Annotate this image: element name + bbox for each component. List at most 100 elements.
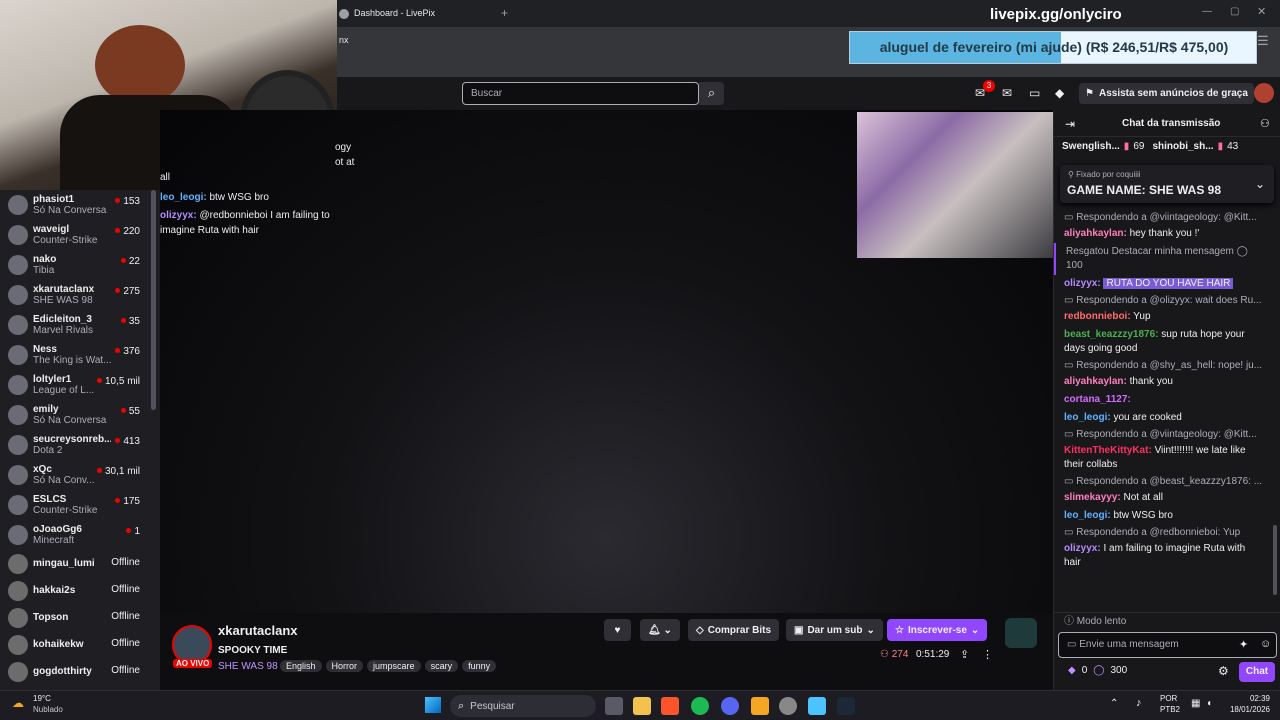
chat-username[interactable]: cortana_1127:: [1064, 394, 1131, 405]
sidebar-item-0[interactable]: phasiot1 Só Na Conversa 153: [0, 190, 160, 220]
sidebar-item-1[interactable]: waveigl Counter-Strike 220: [0, 220, 160, 250]
app-icon[interactable]: [751, 697, 769, 715]
notifications-button[interactable]: 🔔︎ ⌄: [640, 619, 680, 641]
sidebar-item-11[interactable]: oJoaoGg6 Minecraft 1: [0, 520, 160, 550]
pinned-message[interactable]: ⚲ Fixado por coquiiii GAME NAME: SHE WAS…: [1060, 165, 1274, 203]
chat-username[interactable]: redbonnieboi:: [1064, 311, 1131, 322]
sidebar-item-2[interactable]: nako Tibia 22: [0, 250, 160, 280]
channel-points[interactable]: ◆ 0 ◯ 300: [1068, 665, 1127, 676]
discord-icon[interactable]: [721, 697, 739, 715]
address-fragment[interactable]: nx: [339, 35, 349, 45]
chat-message[interactable]: olizyyx: I am failing to imagine Ruta wi…: [1054, 540, 1274, 572]
whispers-icon[interactable]: ✉: [1002, 86, 1012, 100]
chat-username[interactable]: KittenTheKittyKat:: [1064, 445, 1152, 456]
bits-cheer-icon[interactable]: ✦: [1239, 638, 1248, 651]
search-input[interactable]: Buscar: [462, 82, 699, 105]
chat-username[interactable]: leo_leogi:: [1064, 510, 1111, 521]
sidebar-item-3[interactable]: xkarutaclanx SHE WAS 98 275: [0, 280, 160, 310]
sidebar-item-5[interactable]: Ness The King is Wat... 376: [0, 340, 160, 370]
collapse-chat-icon[interactable]: ⇥: [1065, 117, 1075, 131]
minimize-icon[interactable]: —: [1202, 6, 1212, 17]
heart-icon[interactable]: ♥: [604, 619, 631, 641]
stream-tag[interactable]: Horror: [325, 660, 364, 672]
sidebar-offline-0[interactable]: mingau_lumi Offline: [0, 550, 160, 577]
chat-message[interactable]: redbonnieboi: Yup: [1054, 308, 1274, 326]
chat-reply-context[interactable]: ▭ Respondendo a @redbonnieboi: Yup: [1054, 525, 1274, 540]
chat-username[interactable]: leo_leogi:: [1064, 412, 1111, 423]
chat-username[interactable]: aliyahkaylan:: [1064, 376, 1127, 387]
chat-message[interactable]: slimekayyy: Not at all: [1054, 489, 1274, 507]
chat-message[interactable]: leo_leogi: btw WSG bro: [1054, 507, 1274, 525]
share-icon[interactable]: ⇪: [960, 648, 969, 661]
bits-icon[interactable]: ◆: [1055, 86, 1064, 100]
tray-chevron-icon[interactable]: ⌃: [1110, 698, 1118, 709]
sidebar-scrollbar[interactable]: [151, 190, 156, 410]
sidebar-item-4[interactable]: Edicleiton_3 Marvel Rivals 35: [0, 310, 160, 340]
chat-message[interactable]: leo_leogi: you are cooked: [1054, 409, 1274, 427]
close-window-icon[interactable]: ✕: [1257, 5, 1266, 18]
chat-message[interactable]: olizyyx: RUTA DO YOU HAVE HAIR: [1054, 275, 1274, 293]
spotify-icon[interactable]: [691, 697, 709, 715]
sidebar-offline-1[interactable]: hakkai2s Offline: [0, 577, 160, 604]
sidebar-offline-4[interactable]: gogdotthirty Offline: [0, 658, 160, 685]
stream-tag[interactable]: funny: [462, 660, 497, 672]
clock-time[interactable]: 02:39: [1226, 694, 1270, 703]
community-icon[interactable]: ⚇: [1260, 117, 1270, 130]
chat-message[interactable]: KittenTheKittyKat: Viint!!!!!!! we late …: [1054, 442, 1274, 474]
keyboard-lang[interactable]: POR: [1160, 694, 1177, 703]
maximize-icon[interactable]: ▢: [1230, 6, 1239, 17]
clock-date[interactable]: 18/01/2026: [1226, 705, 1270, 714]
sidebar-offline-3[interactable]: kohaikekw Offline: [0, 631, 160, 658]
gift-sub-button[interactable]: ▣ Dar um sub ⌄: [786, 619, 883, 641]
browser-tab[interactable]: Dashboard - LivePix: [337, 4, 497, 24]
channel-emote-icon[interactable]: [1005, 618, 1037, 648]
chat-message[interactable]: beast_keazzzy1876: sup ruta hope your da…: [1054, 326, 1274, 358]
sidebar-item-8[interactable]: seucreysonreb... Dota 2 413: [0, 430, 160, 460]
buy-bits-button[interactable]: ◇ Comprar Bits: [688, 619, 780, 641]
send-chat-button[interactable]: Chat: [1239, 662, 1275, 682]
brave-browser-icon[interactable]: [661, 697, 679, 715]
chat-username[interactable]: aliyahkaylan:: [1064, 228, 1127, 239]
ad-free-button[interactable]: ⚑ Assista sem anúncios de graça: [1079, 83, 1254, 104]
task-view-icon[interactable]: [605, 697, 623, 715]
stream-tag[interactable]: English: [280, 660, 322, 672]
sidebar-offline-2[interactable]: Topson Offline: [0, 604, 160, 631]
channel-name[interactable]: xkarutaclanx: [218, 623, 298, 638]
sidebar-item-10[interactable]: ESLCS Counter-Strike 175: [0, 490, 160, 520]
more-options-icon[interactable]: ⋮: [982, 648, 993, 661]
chat-username[interactable]: beast_keazzzy1876:: [1064, 329, 1159, 340]
chat-input[interactable]: ▭ Envie uma mensagem ✦ ☺: [1058, 632, 1277, 658]
chat-reply-context[interactable]: ▭ Respondendo a @viintageology: @Kitt...: [1054, 427, 1274, 442]
volume-icon[interactable]: ◖: [1206, 698, 1212, 709]
user-avatar[interactable]: [1254, 83, 1274, 103]
browser-menu-icon[interactable]: ☰: [1257, 33, 1269, 49]
notepad-icon[interactable]: [808, 697, 826, 715]
windows-start-icon[interactable]: [425, 697, 441, 713]
emote-picker-icon[interactable]: ☺: [1260, 638, 1271, 650]
chevron-down-icon[interactable]: ⌄: [1255, 177, 1265, 191]
stream-game[interactable]: SHE WAS 98: [218, 661, 278, 672]
video-player[interactable]: ogy ot at all leo_leogi: btw WSG bro oli…: [160, 110, 1053, 613]
network-icon[interactable]: ▦: [1191, 698, 1200, 709]
chat-settings-icon[interactable]: ⚙: [1218, 664, 1229, 678]
chat-reply-context[interactable]: ▭ Respondendo a @olizyyx: wait does Ru..…: [1054, 293, 1274, 308]
chat-username[interactable]: olizyyx:: [1064, 278, 1101, 289]
stream-tag[interactable]: scary: [424, 660, 459, 672]
obs-icon[interactable]: [779, 697, 797, 715]
chat-reply-context[interactable]: ▭ Respondendo a @viintageology: @Kitt...: [1054, 210, 1274, 225]
chat-message[interactable]: aliyahkaylan: thank you: [1054, 373, 1274, 391]
sidebar-item-9[interactable]: xQc Só Na Conv... 30,1 mil: [0, 460, 160, 490]
subscribe-button[interactable]: ☆ Inscrever-se ⌄: [887, 619, 988, 641]
chat-reply-context[interactable]: ▭ Respondendo a @beast_keazzzy1876: ...: [1054, 474, 1274, 489]
chat-scrollbar[interactable]: [1273, 525, 1277, 595]
stream-tag[interactable]: jumpscare: [367, 660, 421, 672]
search-icon[interactable]: ⌕: [699, 82, 724, 105]
taskbar-search[interactable]: ⌕ Pesquisar: [450, 695, 596, 717]
microphone-icon[interactable]: ♪: [1136, 697, 1142, 709]
activity-icon[interactable]: ▭: [1029, 86, 1040, 100]
steam-icon[interactable]: [837, 697, 855, 715]
sidebar-item-7[interactable]: emily Só Na Conversa 55: [0, 400, 160, 430]
chat-message[interactable]: aliyahkaylan: hey thank you !': [1054, 225, 1274, 243]
chat-message[interactable]: cortana_1127:: [1054, 391, 1274, 409]
chat-username[interactable]: olizyyx:: [1064, 543, 1101, 554]
